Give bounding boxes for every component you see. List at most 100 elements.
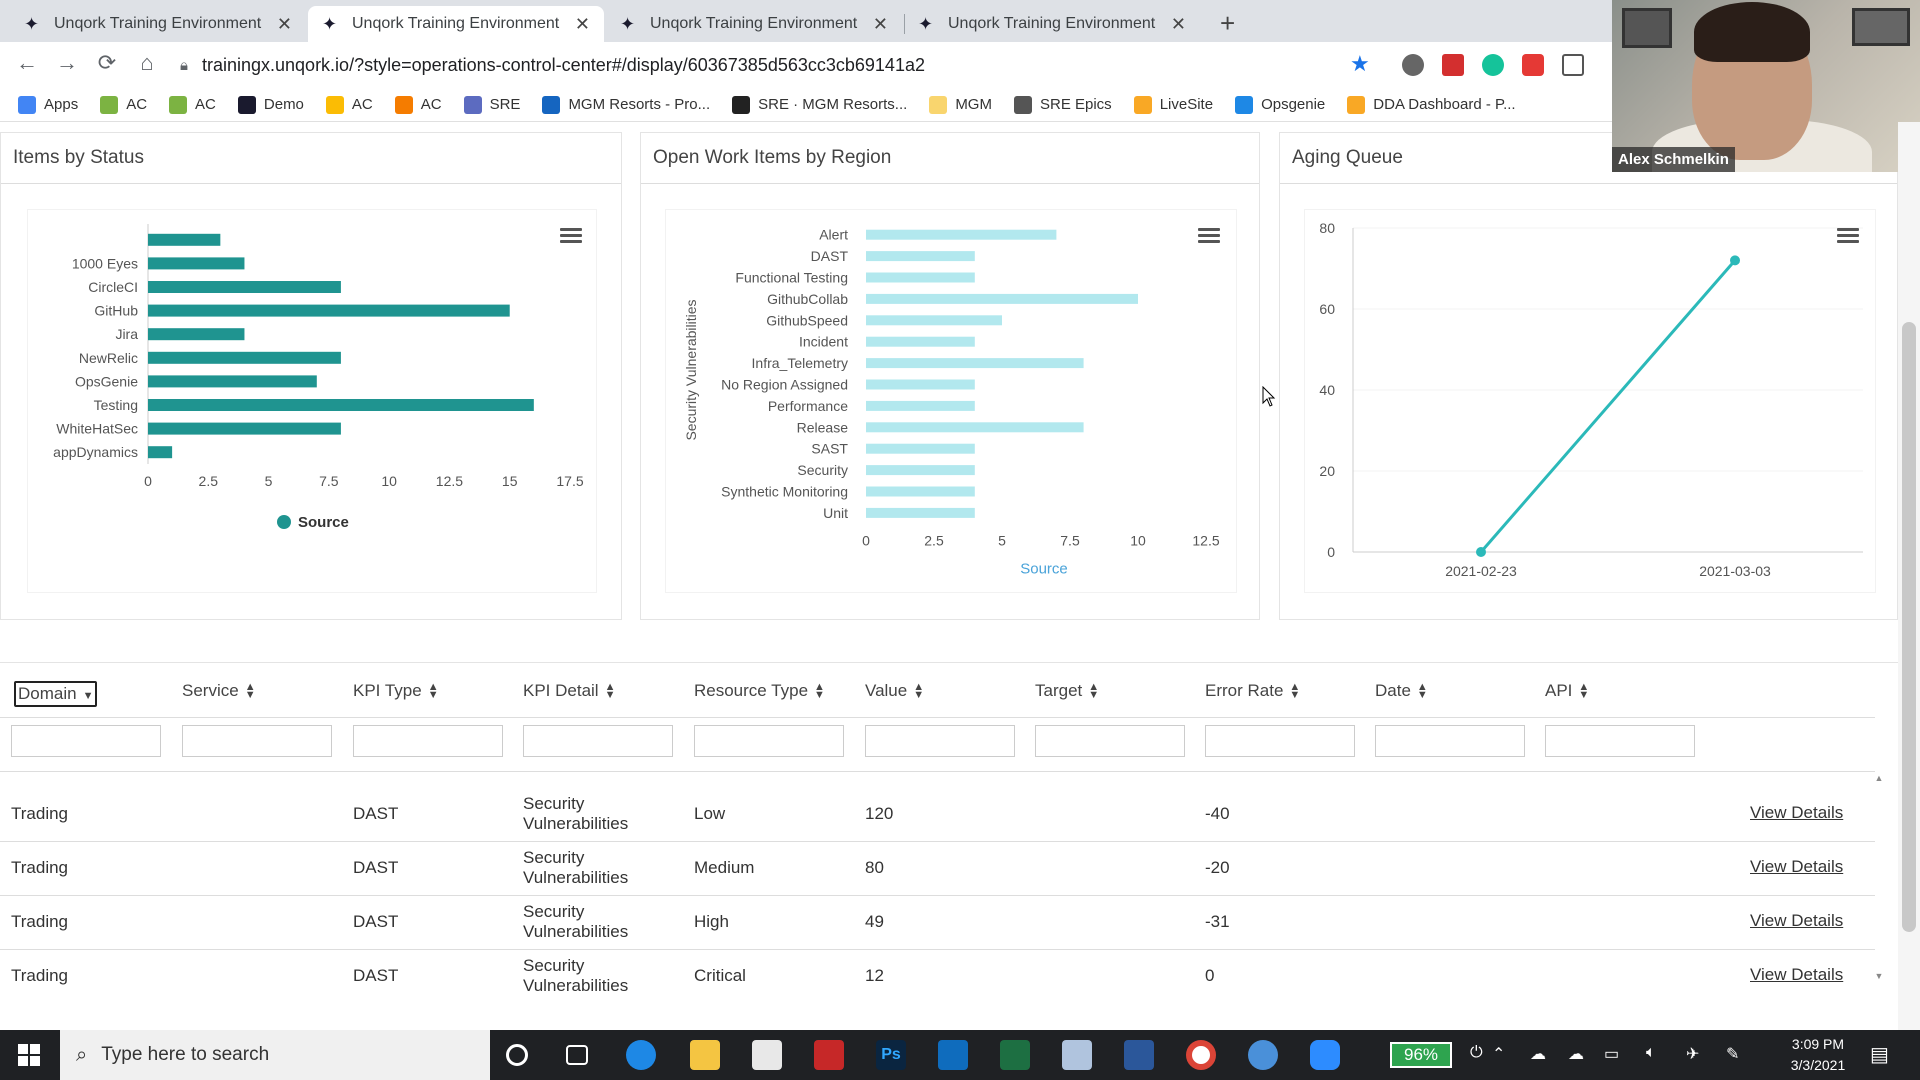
windows-start-icon[interactable] bbox=[18, 1044, 40, 1066]
sort-icon[interactable]: ▲ ▼ bbox=[428, 682, 439, 701]
volume-icon[interactable]: 🔈︎ bbox=[1646, 1044, 1656, 1062]
bookmark-item[interactable]: SRE · MGM Resorts... bbox=[732, 95, 907, 114]
clock-date[interactable]: 3/3/2021 bbox=[1783, 1057, 1853, 1073]
chevron-up-icon[interactable]: ⌃ bbox=[1492, 1044, 1505, 1064]
page-scrollbar[interactable] bbox=[1898, 122, 1920, 1030]
view-details-link[interactable]: View Details bbox=[1750, 857, 1843, 877]
app-icon[interactable] bbox=[1248, 1040, 1278, 1070]
pen-icon[interactable]: ✎ bbox=[1726, 1044, 1739, 1064]
column-header-domain[interactable]: Domain ▼ bbox=[14, 681, 98, 707]
column-header-kpi-type[interactable]: KPI Type ▲ ▼ bbox=[353, 681, 439, 701]
filter-api-input[interactable] bbox=[1545, 725, 1695, 757]
chart-menu-icon[interactable] bbox=[1837, 228, 1859, 244]
close-icon[interactable]: ✕ bbox=[1171, 14, 1186, 35]
filter-error-rate-input[interactable] bbox=[1205, 725, 1355, 757]
column-header-value[interactable]: Value ▲ ▼ bbox=[865, 681, 924, 701]
airplane-icon[interactable]: ✈ bbox=[1686, 1044, 1699, 1064]
filter-date-input[interactable] bbox=[1375, 725, 1525, 757]
notifications-icon[interactable]: ▤ bbox=[1870, 1042, 1889, 1067]
zoom-icon[interactable] bbox=[1310, 1040, 1340, 1070]
bookmark-item[interactable]: AC bbox=[169, 95, 216, 114]
column-header-resource-type[interactable]: Resource Type ▲ ▼ bbox=[694, 681, 825, 701]
bookmark-item[interactable]: SRE Epics bbox=[1013, 95, 1112, 114]
filter-value-input[interactable] bbox=[865, 725, 1015, 757]
pdf-extension-icon[interactable] bbox=[1442, 54, 1464, 76]
bookmark-item[interactable]: LiveSite bbox=[1133, 95, 1213, 114]
sort-icon[interactable]: ▲ ▼ bbox=[1578, 682, 1589, 701]
sort-icon[interactable]: ▲ ▼ bbox=[1417, 682, 1428, 701]
bookmark-star-icon[interactable]: ★ bbox=[1350, 51, 1370, 77]
back-icon[interactable]: ← bbox=[12, 50, 42, 76]
sort-icon[interactable]: ▲ ▼ bbox=[245, 682, 256, 701]
bookmark-item[interactable]: AC bbox=[325, 95, 373, 114]
bookmark-item[interactable]: Demo bbox=[237, 95, 304, 114]
close-icon[interactable]: ✕ bbox=[277, 14, 292, 35]
browser-tab[interactable]: ✦ Unqork Training Environment ✕ bbox=[904, 6, 1200, 42]
browser-tab[interactable]: ✦ Unqork Training Environment ✕ bbox=[606, 6, 902, 42]
filter-resource-type-input[interactable] bbox=[694, 725, 844, 757]
taskbar-search-box[interactable]: ⌕ Type here to search bbox=[60, 1030, 490, 1080]
column-header-api[interactable]: API ▲ ▼ bbox=[1545, 681, 1589, 701]
outlook-icon[interactable] bbox=[938, 1040, 968, 1070]
filter-target-input[interactable] bbox=[1035, 725, 1185, 757]
bookmark-item[interactable]: AC bbox=[394, 95, 442, 114]
photoshop-icon[interactable]: Ps bbox=[876, 1040, 906, 1070]
sort-icon[interactable]: ▲ ▼ bbox=[1289, 682, 1300, 701]
edge-icon[interactable] bbox=[626, 1040, 656, 1070]
forward-icon[interactable]: → bbox=[52, 50, 82, 76]
column-header-kpi-detail[interactable]: KPI Detail ▲ ▼ bbox=[523, 681, 615, 701]
bookmark-item[interactable]: SRE bbox=[463, 95, 520, 114]
browser-tab[interactable]: ✦ Unqork Training Environment ✕ bbox=[10, 6, 306, 42]
clock-time[interactable]: 3:09 PM bbox=[1783, 1036, 1853, 1052]
bookmark-item[interactable]: AC bbox=[100, 95, 147, 114]
close-icon[interactable]: ✕ bbox=[575, 14, 590, 35]
filter-kpi-type-input[interactable] bbox=[353, 725, 503, 757]
task-view-icon[interactable] bbox=[566, 1045, 588, 1065]
store-icon[interactable] bbox=[752, 1040, 782, 1070]
mcafee-icon[interactable] bbox=[814, 1040, 844, 1070]
page-scroll-thumb[interactable] bbox=[1902, 322, 1916, 932]
grammarly-icon[interactable] bbox=[1482, 54, 1504, 76]
notepad-icon[interactable] bbox=[1062, 1040, 1092, 1070]
view-details-link[interactable]: View Details bbox=[1750, 803, 1843, 823]
sort-icon[interactable]: ▲ ▼ bbox=[1088, 682, 1099, 701]
chrome-icon[interactable] bbox=[1186, 1040, 1216, 1070]
pocket-icon[interactable] bbox=[1522, 54, 1544, 76]
chart-menu-icon[interactable] bbox=[1198, 228, 1220, 244]
extension-icon[interactable] bbox=[1402, 54, 1424, 76]
bookmark-item[interactable]: MGM Resorts - Pro... bbox=[542, 95, 710, 114]
cast-icon[interactable] bbox=[1562, 54, 1584, 76]
cortana-icon[interactable] bbox=[506, 1044, 528, 1066]
column-header-date[interactable]: Date ▲ ▼ bbox=[1375, 681, 1428, 701]
excel-icon[interactable] bbox=[1000, 1040, 1030, 1070]
table-scrollbar[interactable]: ▲ ▼ bbox=[1872, 773, 1886, 983]
new-tab-button[interactable]: + bbox=[1220, 8, 1235, 39]
view-details-link[interactable]: View Details bbox=[1750, 911, 1843, 931]
view-details-link[interactable]: View Details bbox=[1750, 965, 1843, 985]
home-icon[interactable]: ⌂ bbox=[132, 50, 162, 76]
column-header-error-rate[interactable]: Error Rate ▲ ▼ bbox=[1205, 681, 1300, 701]
reload-icon[interactable]: ⟳ bbox=[92, 50, 122, 76]
filter-domain-input[interactable] bbox=[11, 725, 161, 757]
bookmark-item[interactable]: MGM bbox=[929, 95, 992, 114]
sort-icon[interactable]: ▲ ▼ bbox=[605, 682, 616, 701]
bookmark-item[interactable]: Apps bbox=[18, 95, 78, 114]
sort-icon[interactable]: ▲ ▼ bbox=[814, 682, 825, 701]
word-icon[interactable] bbox=[1124, 1040, 1154, 1070]
bookmark-item[interactable]: DDA Dashboard - P... bbox=[1347, 95, 1516, 114]
sort-desc-icon[interactable]: ▼ bbox=[83, 690, 94, 702]
address-bar[interactable]: 🔒︎ trainingx.unqork.io/?style=operations… bbox=[180, 48, 1380, 82]
filter-service-input[interactable] bbox=[182, 725, 332, 757]
close-icon[interactable]: ✕ bbox=[873, 14, 888, 35]
browser-tab-active[interactable]: ✦ Unqork Training Environment ✕ bbox=[308, 6, 604, 42]
sort-icon[interactable]: ▲ ▼ bbox=[913, 682, 924, 701]
scroll-up-icon[interactable]: ▲ bbox=[1872, 773, 1886, 783]
battery-icon[interactable]: ▭ bbox=[1604, 1044, 1619, 1064]
chart-menu-icon[interactable] bbox=[560, 228, 582, 244]
bookmark-item[interactable]: Opsgenie bbox=[1235, 95, 1325, 114]
file-explorer-icon[interactable] bbox=[690, 1040, 720, 1070]
column-header-target[interactable]: Target ▲ ▼ bbox=[1035, 681, 1099, 701]
onedrive-icon[interactable]: ☁ bbox=[1530, 1044, 1546, 1064]
scroll-down-icon[interactable]: ▼ bbox=[1872, 971, 1886, 981]
column-header-service[interactable]: Service ▲ ▼ bbox=[182, 681, 256, 701]
